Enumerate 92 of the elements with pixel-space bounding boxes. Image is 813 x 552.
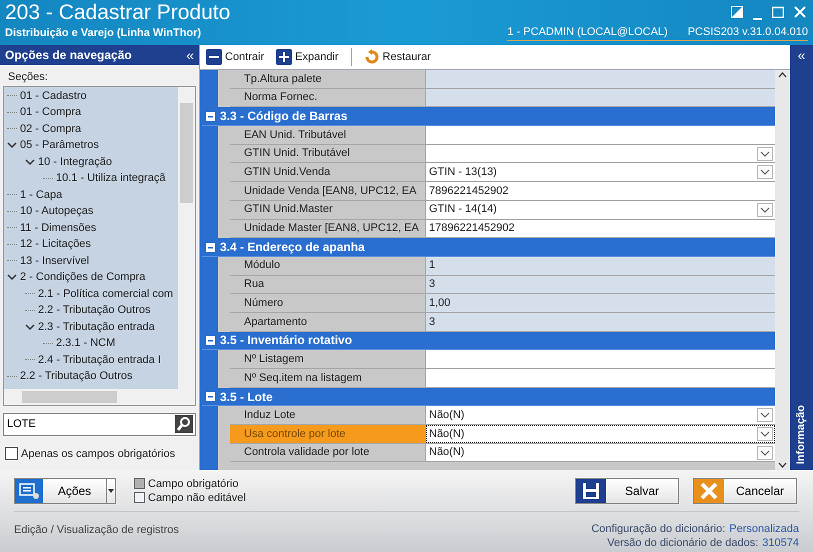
chevron-down-icon (757, 165, 773, 180)
section-title: 3.5 - Inventário rotativo (220, 332, 352, 350)
search-field[interactable]: LOTE (3, 412, 196, 436)
input-field[interactable] (426, 369, 775, 387)
toolbar-button[interactable]: Restaurar (364, 48, 431, 66)
tree-item[interactable]: 12 - Licitações (20, 236, 91, 252)
side-panel-tab[interactable]: Informação (793, 404, 810, 464)
tree-item[interactable]: 05 - Parâmetros (20, 137, 99, 154)
panel-title: Opções de navegação (5, 47, 132, 64)
collapse-button[interactable]: « (798, 45, 806, 65)
status-label: Versão do dicionário de dados: (607, 536, 758, 550)
tree-item[interactable]: 02 - Compra (20, 120, 82, 137)
input-field[interactable]: 17896221452902 (426, 220, 775, 238)
chevron-down-icon (757, 202, 773, 217)
user-label: 1 - PCADMIN (LOCAL@LOCAL) (507, 25, 668, 40)
minus-icon (206, 49, 222, 65)
tree-item[interactable]: 2.4 - Tributação entrada I (38, 352, 161, 368)
close-icon (694, 478, 724, 502)
chevron-down-icon (757, 146, 773, 161)
search-icon (175, 415, 193, 433)
tree-item[interactable]: 13 - Inservível (20, 252, 90, 269)
scrollbar[interactable] (178, 86, 195, 388)
dropdown-field[interactable]: Não(N) (426, 406, 775, 424)
chevron-down-icon (757, 446, 773, 460)
input-field[interactable]: 1,00 (426, 294, 775, 312)
tree-item[interactable]: 2.1 - Política comercial com (38, 286, 174, 302)
legend-swatch (134, 492, 145, 503)
collapse-icon (206, 336, 215, 345)
maximize-icon (772, 6, 784, 18)
tree-item[interactable]: 11 - Dimensões (20, 220, 96, 236)
tree-item[interactable]: 2 - Condições de Compra (20, 269, 146, 286)
collapse-icon (206, 112, 215, 121)
input-field[interactable] (426, 70, 775, 88)
input-field[interactable] (426, 126, 775, 144)
status-text: Edição / Visualização de registros (14, 523, 179, 538)
dropdown-field[interactable]: GTIN - 14(14) (426, 200, 775, 218)
tree-item[interactable]: 01 - Cadastro (20, 88, 87, 104)
chevron-up-icon (778, 72, 787, 78)
dropdown-field[interactable]: GTIN - 13(13) (426, 163, 775, 182)
collapse-icon (206, 392, 215, 402)
input-field[interactable] (426, 88, 775, 106)
window-subtitle: Distribuição e Varejo (Linha WinThor) (5, 26, 202, 40)
caret-icon (106, 478, 115, 502)
checkbox-label: Apenas os campos obrigatórios (21, 446, 176, 462)
tree-item[interactable]: 01 - Compra (20, 104, 82, 120)
checkbox[interactable] (5, 447, 18, 460)
sections-label: Seções: (7, 70, 49, 85)
legend-label: Campo obrigatório (148, 476, 238, 490)
tree-item[interactable]: 10 - Integração (38, 154, 112, 170)
refresh-icon (364, 49, 380, 65)
dropdown-field[interactable]: Não(N) (426, 444, 775, 462)
tree-item[interactable]: 2.3.1 - NCM (56, 335, 116, 352)
tree-item[interactable]: 2.2 - Tributação Outros (20, 368, 132, 384)
restore-icon (731, 6, 743, 18)
actions-button[interactable]: Ações (14, 478, 116, 504)
legend-label: Campo não editável (148, 490, 246, 504)
chevron-down-icon (778, 462, 787, 468)
close-icon (794, 6, 806, 18)
dropdown-field[interactable]: Não(N) (426, 425, 775, 443)
input-field[interactable] (426, 350, 775, 368)
minimize-icon (753, 18, 762, 20)
tree-item[interactable]: 10.1 - Utiliza integraçã (56, 170, 166, 186)
plus-icon (276, 49, 292, 65)
status-label: Configuração do dicionário: (591, 522, 726, 536)
section-title: 3.3 - Código de Barras (220, 108, 348, 126)
status-value: 310574 (762, 536, 799, 550)
section-title: 3.5 - Lote (220, 388, 273, 406)
tree-item[interactable]: 1 - Capa (20, 186, 62, 203)
chevron-down-icon (757, 426, 773, 441)
window-title: 203 - Cadastrar Produto (5, 0, 230, 26)
section-title: 3.4 - Endereço de apanha (220, 239, 365, 256)
version-label: PCSIS203 v.31.0.04.010 (688, 25, 808, 40)
toolbar-button[interactable]: Expandir (276, 48, 339, 66)
save-button[interactable]: Salvar (575, 478, 679, 504)
cancel-button[interactable]: Cancelar (693, 478, 797, 504)
input-field[interactable]: 7896221452902 (426, 182, 775, 200)
collapse-icon (206, 242, 215, 252)
tree-item[interactable]: 2.2 - Tributação Outros (38, 302, 150, 318)
tree-item[interactable]: 2.3 - Tributação entrada (38, 318, 155, 335)
field-label: Usa controle por lote (230, 425, 426, 443)
legend-swatch (134, 478, 145, 489)
status-value: Personalizada (729, 522, 799, 536)
tree-item[interactable]: 10 - Autopeças (20, 203, 94, 220)
chevron-down-icon (757, 408, 773, 422)
collapse-button[interactable]: « (186, 48, 194, 62)
scrollbar[interactable] (4, 388, 195, 404)
input-field[interactable]: 3 (426, 312, 775, 331)
input-field[interactable]: 3 (426, 276, 775, 294)
input-field[interactable]: 1 (426, 256, 775, 275)
toolbar-button[interactable]: Contrair (206, 48, 264, 66)
scrollbar[interactable] (775, 70, 790, 470)
dropdown-field[interactable] (426, 144, 775, 162)
